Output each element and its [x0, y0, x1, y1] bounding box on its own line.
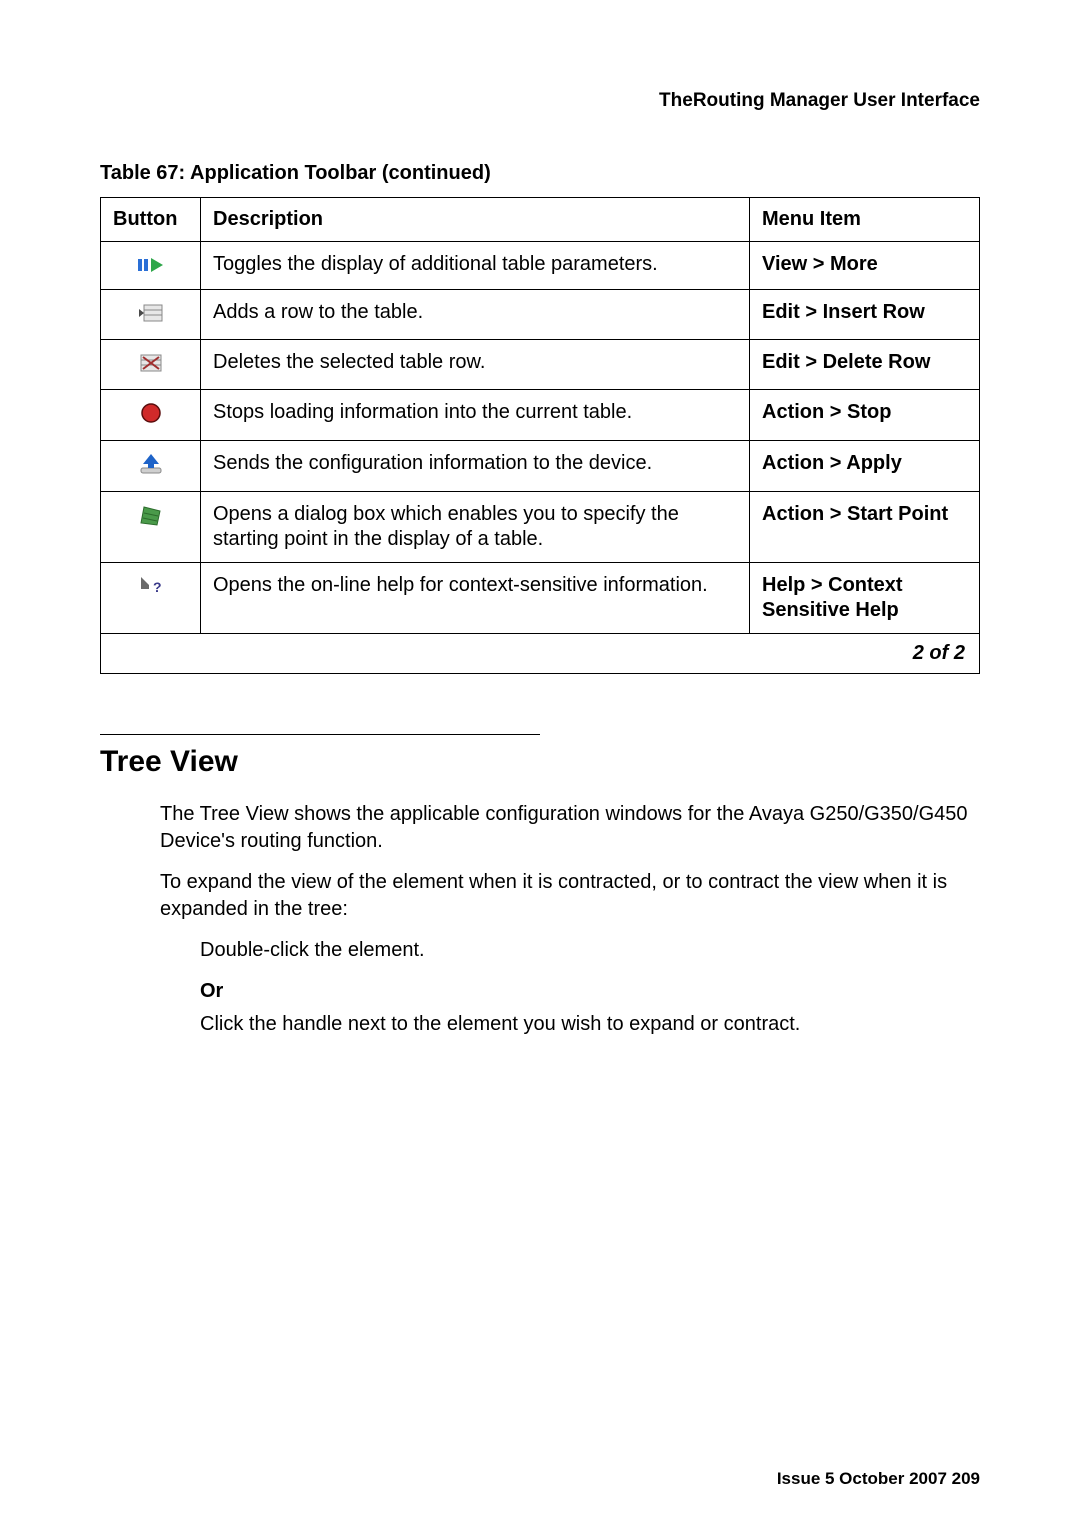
- table-pagination: 2 of 2: [101, 634, 980, 674]
- step: Double-click the element.: [200, 937, 980, 964]
- paragraph: To expand the view of the element when i…: [160, 869, 980, 923]
- or-label: Or: [200, 978, 980, 1005]
- cell-menu-item: Edit > Delete Row: [750, 340, 980, 390]
- table-row: Stops loading information into the curre…: [101, 390, 980, 441]
- cell-menu-item: Action > Start Point: [750, 492, 980, 563]
- section-rule: [100, 734, 540, 735]
- cell-menu-item: Action > Stop: [750, 390, 980, 441]
- cell-description: Toggles the display of additional table …: [201, 242, 750, 290]
- col-header-description: Description: [201, 198, 750, 242]
- table-row: Deletes the selected table row. Edit > D…: [101, 340, 980, 390]
- cell-description: Opens the on-line help for context-sensi…: [201, 563, 750, 634]
- cell-description: Opens a dialog box which enables you to …: [201, 492, 750, 563]
- table-caption: Table 67: Application Toolbar (continued…: [100, 162, 980, 185]
- cell-description: Deletes the selected table row.: [201, 340, 750, 390]
- cell-description: Stops loading information into the curre…: [201, 390, 750, 441]
- running-head: TheRouting Manager User Interface: [100, 90, 980, 112]
- col-header-menu-item: Menu Item: [750, 198, 980, 242]
- table-footer-row: 2 of 2: [101, 634, 980, 674]
- cell-menu-item: Edit > Insert Row: [750, 290, 980, 340]
- delete-row-icon: [136, 350, 166, 376]
- more-icon: [136, 252, 166, 278]
- page-footer: Issue 5 October 2007 209: [777, 1469, 980, 1489]
- table-row: Sends the configuration information to t…: [101, 441, 980, 492]
- table-row: Adds a row to the table. Edit > Insert R…: [101, 290, 980, 340]
- section-heading-tree-view: Tree View: [100, 745, 980, 779]
- insert-row-icon: [136, 300, 166, 326]
- section-body: The Tree View shows the applicable confi…: [160, 801, 980, 1038]
- cell-menu-item: Action > Apply: [750, 441, 980, 492]
- cell-description: Adds a row to the table.: [201, 290, 750, 340]
- col-header-button: Button: [101, 198, 201, 242]
- paragraph: The Tree View shows the applicable confi…: [160, 801, 980, 855]
- context-help-icon: ?: [136, 573, 166, 599]
- cell-menu-item: Help > Context Sensitive Help: [750, 563, 980, 634]
- cell-description: Sends the configuration information to t…: [201, 441, 750, 492]
- table-row: ? Opens the on-line help for context-sen…: [101, 563, 980, 634]
- svg-text:?: ?: [153, 579, 162, 595]
- apply-icon: [136, 451, 166, 477]
- table-row: Opens a dialog box which enables you to …: [101, 492, 980, 563]
- application-toolbar-table: Button Description Menu Item Toggles the: [100, 197, 980, 674]
- start-point-icon: [136, 502, 166, 528]
- cell-menu-item: View > More: [750, 242, 980, 290]
- stop-icon: [136, 400, 166, 426]
- step: Click the handle next to the element you…: [200, 1011, 980, 1038]
- table-row: Toggles the display of additional table …: [101, 242, 980, 290]
